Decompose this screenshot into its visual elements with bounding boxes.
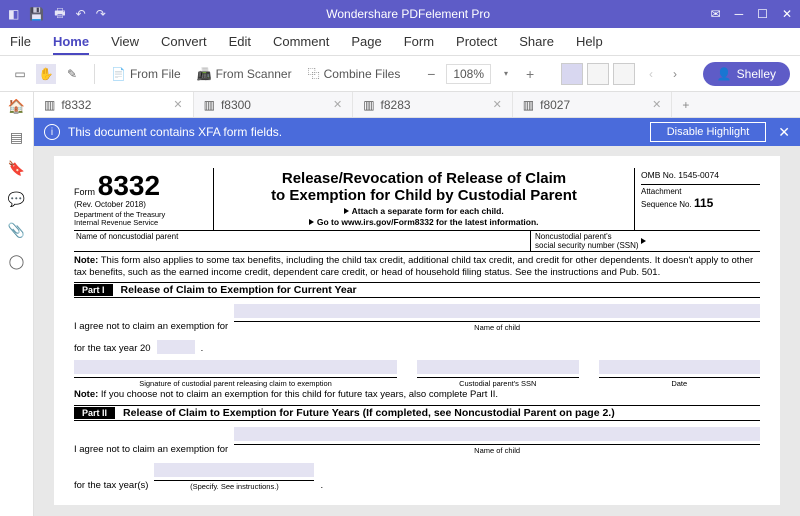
tab-f8027[interactable]: ▥f8027✕ — [513, 92, 673, 117]
menu-page[interactable]: Page — [351, 34, 381, 49]
comments-icon[interactable]: 💬 — [8, 191, 25, 208]
menu-convert[interactable]: Convert — [161, 34, 207, 49]
form-number: 8332 — [98, 170, 160, 201]
part1-title: Release of Claim to Exemption for Curren… — [121, 284, 357, 296]
menu-comment[interactable]: Comment — [273, 34, 329, 49]
save-icon[interactable]: 💾 — [29, 7, 44, 21]
home-icon[interactable]: 🏠 — [8, 98, 25, 115]
menu-share[interactable]: Share — [519, 34, 554, 49]
nav-next-icon[interactable]: › — [667, 67, 683, 81]
view-facing-icon[interactable] — [613, 63, 635, 85]
file-icon: 📄 — [111, 67, 126, 81]
mail-icon[interactable]: ✉ — [711, 7, 721, 21]
from-scanner-button[interactable]: 📠From Scanner — [193, 64, 296, 84]
view-single-icon[interactable] — [561, 63, 583, 85]
part1-label: Part I — [74, 284, 113, 296]
document-tabs: ▥f8332✕ ▥f8300✕ ▥f8283✕ ▥f8027✕ + — [34, 92, 800, 118]
window-controls: ✉ ─ ☐ ✕ — [711, 7, 792, 21]
window-title: Wondershare PDFelement Pro — [106, 7, 711, 21]
signature-field[interactable] — [74, 360, 397, 374]
tab-close-icon[interactable]: ✕ — [493, 98, 502, 111]
triangle-icon — [309, 219, 314, 225]
scanner-icon: 📠 — [197, 67, 212, 81]
menu-form[interactable]: Form — [404, 34, 434, 49]
document-page: Form 8332 (Rev. October 2018) Department… — [54, 156, 780, 505]
hand-icon[interactable]: ✋ — [36, 64, 56, 84]
doc-icon: ▥ — [363, 98, 374, 112]
part2-label: Part II — [74, 407, 115, 419]
quick-access: ◧ 💾 🖶 ↶ ↷ — [8, 4, 106, 25]
form-department: Department of the Treasury Internal Reve… — [74, 211, 205, 228]
tab-f8283[interactable]: ▥f8283✕ — [353, 92, 513, 117]
xfa-banner: i This document contains XFA form fields… — [34, 118, 800, 146]
undo-icon[interactable]: ↶ — [76, 7, 86, 21]
close-icon[interactable]: ✕ — [782, 7, 792, 21]
zoom-value[interactable]: 108% — [446, 64, 491, 84]
zoom-out-button[interactable]: − — [422, 65, 440, 83]
years-field[interactable] — [154, 463, 314, 477]
tab-f8300[interactable]: ▥f8300✕ — [194, 92, 354, 117]
combine-files-button[interactable]: ⿻Combine Files — [304, 62, 405, 85]
redo-icon[interactable]: ↷ — [96, 7, 106, 21]
menu-view[interactable]: View — [111, 34, 139, 49]
view-continuous-icon[interactable] — [587, 63, 609, 85]
maximize-icon[interactable]: ☐ — [757, 7, 768, 21]
banner-text: This document contains XFA form fields. — [68, 125, 282, 139]
from-file-button[interactable]: 📄From File — [107, 64, 185, 84]
info-icon: i — [44, 124, 60, 140]
child-name-field-2[interactable] — [234, 427, 760, 441]
note-text: This form also applies to some tax benef… — [74, 255, 753, 278]
doc-icon: ▥ — [44, 98, 55, 112]
nav-prev-icon[interactable]: ‹ — [643, 67, 659, 81]
doc-icon: ▥ — [523, 98, 534, 112]
zoom-dropdown-icon[interactable]: ▾ — [497, 65, 515, 83]
tab-f8332[interactable]: ▥f8332✕ — [34, 92, 194, 117]
form-revision: (Rev. October 2018) — [74, 200, 205, 209]
triangle-icon — [344, 208, 349, 214]
tab-add-button[interactable]: + — [672, 98, 699, 112]
doc-title1: Release/Revocation of Release of Claim — [220, 170, 628, 187]
menu-file[interactable]: File — [10, 34, 31, 49]
zoom-in-button[interactable]: + — [521, 65, 539, 83]
divider — [94, 64, 95, 84]
tab-close-icon[interactable]: ✕ — [333, 98, 342, 111]
minimize-icon[interactable]: ─ — [735, 7, 744, 21]
thumbnails-icon[interactable]: ▤ — [10, 129, 23, 146]
titlebar: ◧ 💾 🖶 ↶ ↷ Wondershare PDFelement Pro ✉ ─… — [0, 0, 800, 28]
disable-highlight-button[interactable]: Disable Highlight — [650, 122, 767, 142]
bookmarks-icon[interactable]: 🔖 — [8, 160, 25, 177]
ssn-field[interactable] — [417, 360, 579, 374]
combine-icon: ⿻ — [308, 65, 320, 82]
print-icon[interactable]: 🖶 — [54, 4, 65, 25]
logo-icon[interactable]: ◧ — [8, 7, 19, 21]
edit-icon[interactable]: ✎ — [62, 64, 82, 84]
menu-help[interactable]: Help — [576, 34, 603, 49]
date-field[interactable] — [599, 360, 761, 374]
menu-home[interactable]: Home — [53, 34, 89, 55]
triangle-icon — [641, 238, 646, 244]
part2-title: Release of Claim to Exemption for Future… — [123, 407, 615, 419]
year-field[interactable] — [157, 340, 195, 354]
toolbar: ▭ ✋ ✎ 📄From File 📠From Scanner ⿻Combine … — [0, 56, 800, 92]
menubar: File Home View Convert Edit Comment Page… — [0, 28, 800, 56]
banner-close-icon[interactable]: ✕ — [778, 124, 790, 141]
doc-title2: to Exemption for Child by Custodial Pare… — [220, 187, 628, 204]
user-button[interactable]: 👤Shelley — [703, 62, 790, 86]
search-icon[interactable]: ◯ — [9, 253, 25, 270]
form-label: Form — [74, 187, 95, 197]
attachments-icon[interactable]: 📎 — [8, 222, 25, 239]
menu-edit[interactable]: Edit — [229, 34, 251, 49]
menu-protect[interactable]: Protect — [456, 34, 497, 49]
sidebar: 🏠 ▤ 🔖 💬 📎 ◯ — [0, 92, 34, 516]
tab-close-icon[interactable]: ✕ — [652, 98, 661, 111]
doc-icon: ▥ — [204, 98, 215, 112]
tab-close-icon[interactable]: ✕ — [173, 98, 182, 111]
select-icon[interactable]: ▭ — [10, 64, 30, 84]
omb-number: OMB No. 1545-0074 — [641, 170, 760, 185]
document-viewport[interactable]: Form 8332 (Rev. October 2018) Department… — [34, 146, 800, 516]
name-label: Name of noncustodial parent — [74, 231, 530, 251]
child-name-field[interactable] — [234, 304, 760, 318]
user-icon: 👤 — [717, 67, 732, 81]
